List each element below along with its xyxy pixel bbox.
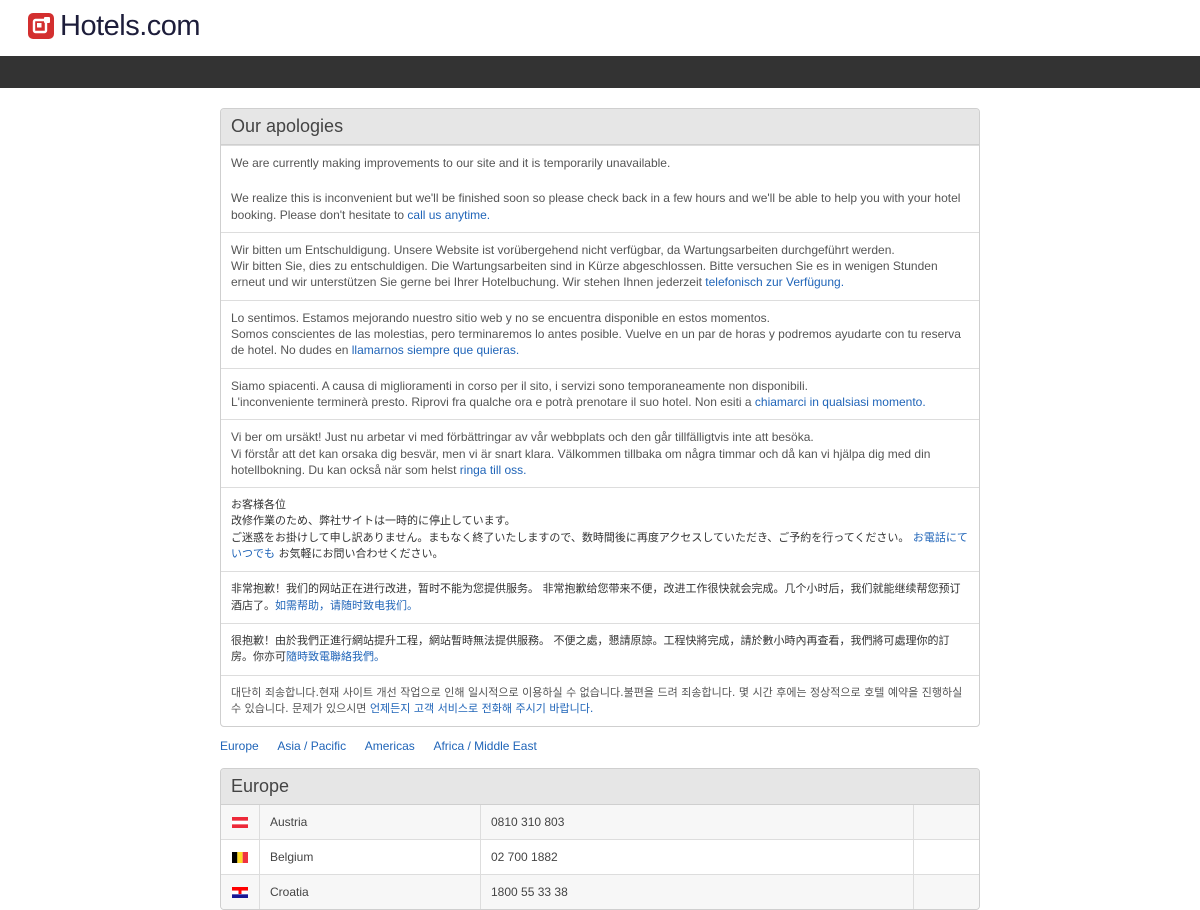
message-italian: Siamo spiacenti. A causa di migliorament… xyxy=(221,367,979,420)
region-link-americas[interactable]: Americas xyxy=(365,739,415,753)
country-cell: Austria xyxy=(259,805,481,840)
chinese-simplified-call-link[interactable]: 如需帮助，请随时致电我们。 xyxy=(275,599,418,612)
japanese-after-text: お気軽にお問い合わせください。 xyxy=(278,547,444,561)
english-line-1: We are currently making improvements to … xyxy=(231,156,671,170)
flag-cell xyxy=(221,805,260,840)
message-spanish: Lo sentimos. Estamos mejorando nuestro s… xyxy=(221,299,979,368)
region-link-africa-middle-east[interactable]: Africa / Middle East xyxy=(433,739,536,753)
region-link-asia-pacific[interactable]: Asia / Pacific xyxy=(277,739,346,753)
nav-bar xyxy=(0,56,1200,88)
german-line-2: Wir bitten Sie, dies zu entschuldigen. D… xyxy=(231,258,969,291)
hotels-logo-icon xyxy=(28,13,54,39)
phone-cell: 02 700 1882 xyxy=(480,839,914,875)
korean-line: 대단히 죄송합니다.현재 사이트 개선 작업으로 인해 일시적으로 이용하실 수… xyxy=(231,685,969,718)
europe-contacts-table: Austria 0810 310 803 Belgium 02 700 1882 xyxy=(221,805,979,910)
chinese-simplified-line: 非常抱歉！我们的网站正在进行改进，暂时不能为您提供服务。 非常抱歉给您带来不便，… xyxy=(231,581,969,614)
region-nav: Europe Asia / Pacific Americas Africa / … xyxy=(220,727,980,768)
japanese-line-1: お客様各位 xyxy=(231,498,286,512)
message-chinese-simplified: 非常抱歉！我们的网站正在进行改进，暂时不能为您提供服务。 非常抱歉给您带来不便，… xyxy=(221,571,979,623)
phone-cell: 0810 310 803 xyxy=(480,805,914,840)
message-chinese-traditional: 很抱歉！由於我們正進行網站提升工程，網站暫時無法提供服務。 不便之處，懇請原諒。… xyxy=(221,622,979,675)
swedish-line-2: Vi förstår att det kan orsaka dig besvär… xyxy=(231,446,969,479)
german-call-link[interactable]: telefonisch zur Verfügung. xyxy=(705,275,844,289)
chinese-traditional-call-link[interactable]: 隨時致電聯絡我們。 xyxy=(286,650,385,663)
table-row: Austria 0810 310 803 xyxy=(221,805,979,840)
italian-text: L'inconveniente terminerà presto. Riprov… xyxy=(231,394,755,409)
japanese-line-2: 改修作業のため、弊社サイトは一時的に停止しています。 xyxy=(231,514,516,528)
empty-cell xyxy=(913,839,979,875)
korean-text: 대단히 죄송합니다.현재 사이트 개선 작업으로 인해 일시적으로 이용하실 수… xyxy=(231,685,963,715)
apology-panel: Our apologies We are currently making im… xyxy=(220,108,980,728)
hotels-logo[interactable]: Hotels.com xyxy=(28,10,201,42)
spanish-call-link[interactable]: llamarnos siempre que quieras. xyxy=(352,343,519,357)
apology-title: Our apologies xyxy=(221,109,979,145)
italian-call-link[interactable]: chiamarci in qualsiasi momento. xyxy=(755,395,926,409)
table-row: Croatia 1800 55 33 38 xyxy=(221,874,979,910)
top-header: Hotels.com xyxy=(0,0,1200,56)
austria-flag-icon xyxy=(232,817,248,829)
country-cell: Belgium xyxy=(259,839,481,875)
spanish-text: Somos conscientes de las molestias, pero… xyxy=(231,327,961,358)
region-link-europe[interactable]: Europe xyxy=(220,739,259,753)
swedish-line-1: Vi ber om ursäkt! Just nu arbetar vi med… xyxy=(231,430,814,445)
message-korean: 대단히 죄송합니다.현재 사이트 개선 작업으로 인해 일시적으로 이용하실 수… xyxy=(221,674,979,727)
message-german: Wir bitten um Entschuldigung. Unsere Web… xyxy=(221,231,979,300)
japanese-text: ご迷惑をお掛けして申し訳ありません。まもなく終了いたしますので、数時間後に再度ア… xyxy=(231,530,910,544)
phone-cell: 1800 55 33 38 xyxy=(480,874,914,910)
message-swedish: Vi ber om ursäkt! Just nu arbetar vi med… xyxy=(221,419,979,487)
english-line-2: We realize this is inconvenient but we'l… xyxy=(231,190,969,223)
english-text: We realize this is inconvenient but we'l… xyxy=(231,191,961,222)
flag-cell xyxy=(221,874,260,910)
swedish-text: Vi förstår att det kan orsaka dig besvär… xyxy=(231,446,931,477)
flag-cell xyxy=(221,839,260,875)
swedish-call-link[interactable]: ringa till oss. xyxy=(460,463,527,477)
country-cell: Croatia xyxy=(259,874,481,910)
empty-cell xyxy=(913,874,979,910)
europe-panel: Europe Austria 0810 310 803 Belgium 02 7… xyxy=(220,768,980,910)
japanese-line-3: ご迷惑をお掛けして申し訳ありません。まもなく終了いたしますので、数時間後に再度ア… xyxy=(231,530,969,563)
chinese-traditional-line: 很抱歉！由於我們正進行網站提升工程，網站暫時無法提供服務。 不便之處，懇請原諒。… xyxy=(231,633,969,666)
brand-name: Hotels.com xyxy=(60,10,201,42)
korean-call-link[interactable]: 언제든지 고객 서비스로 전화해 주시기 바랍니다. xyxy=(370,702,593,715)
message-english: We are currently making improvements to … xyxy=(221,145,979,232)
belgium-flag-icon xyxy=(232,852,248,864)
spanish-line-1: Lo sentimos. Estamos mejorando nuestro s… xyxy=(231,310,770,325)
italian-line-1: Siamo spiacenti. A causa di migliorament… xyxy=(231,378,808,393)
message-japanese: お客様各位 改修作業のため、弊社サイトは一時的に停止しています。 ご迷惑をお掛け… xyxy=(221,487,979,571)
empty-cell xyxy=(913,805,979,840)
german-line-1: Wir bitten um Entschuldigung. Unsere Web… xyxy=(231,242,895,257)
table-row: Belgium 02 700 1882 xyxy=(221,839,979,875)
croatia-flag-icon xyxy=(232,887,248,899)
europe-title: Europe xyxy=(221,769,979,806)
main-container: Our apologies We are currently making im… xyxy=(220,108,980,910)
italian-line-2: L'inconveniente terminerà presto. Riprov… xyxy=(231,394,969,410)
call-us-link[interactable]: call us anytime. xyxy=(407,208,490,222)
spanish-line-2: Somos conscientes de las molestias, pero… xyxy=(231,326,969,359)
